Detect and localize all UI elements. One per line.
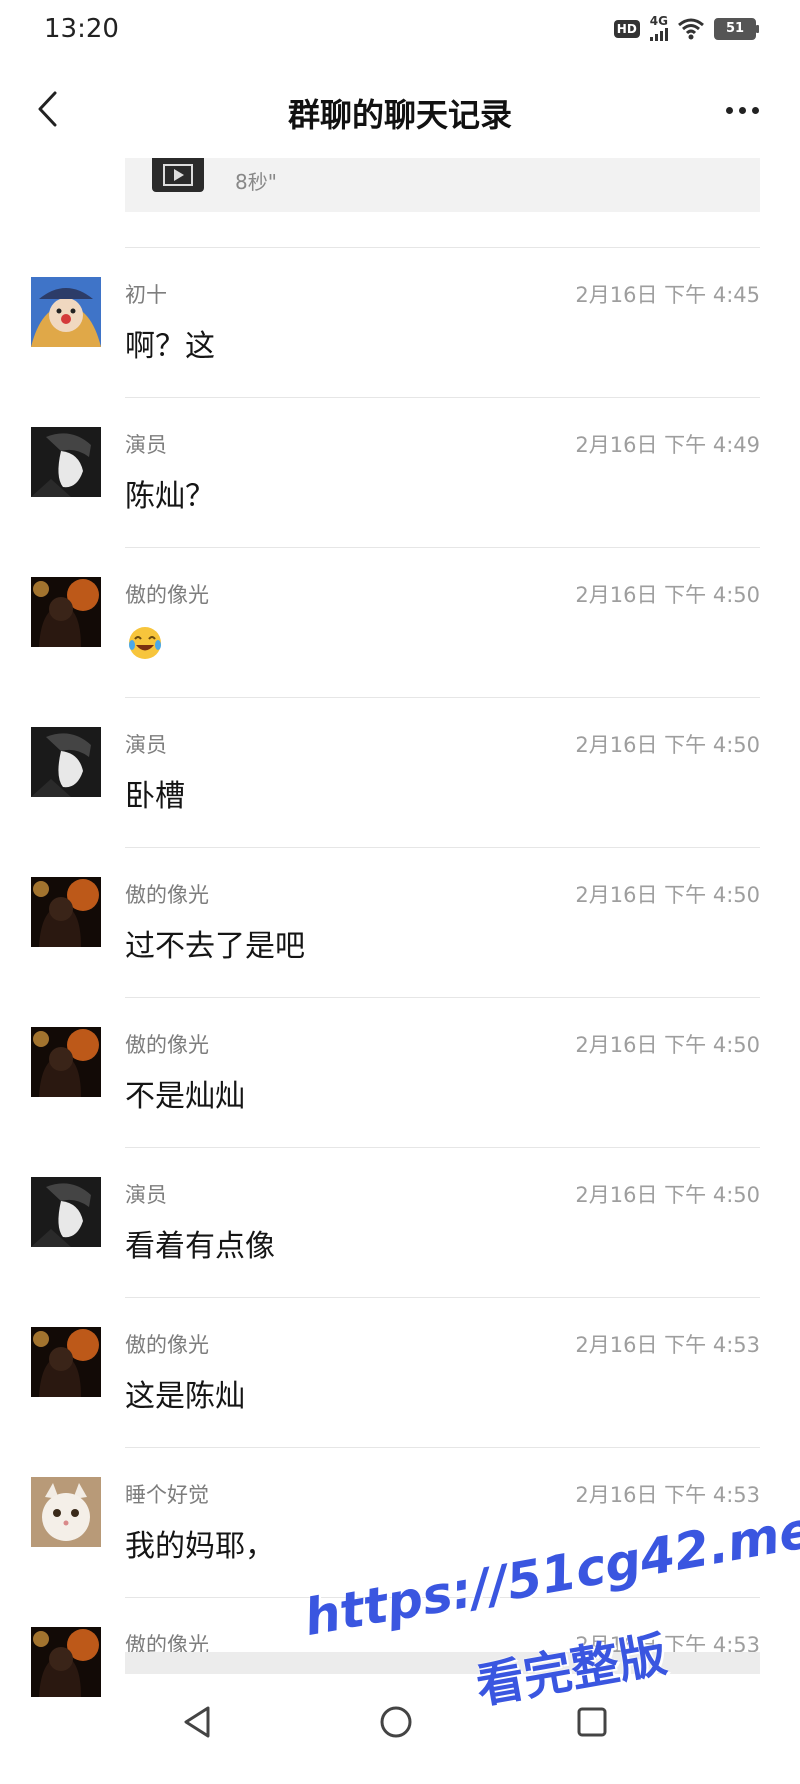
tears-of-joy-emoji-icon <box>129 627 161 659</box>
sender-name: 演员 <box>125 1183 167 1207</box>
more-options-button[interactable] <box>712 90 772 130</box>
message-time: 2月16日 下午 4:53 <box>575 1333 760 1357</box>
message-text: 陈灿？ <box>125 479 215 514</box>
system-recent-apps-icon[interactable] <box>576 1706 608 1738</box>
avatar[interactable] <box>31 427 101 497</box>
message-item[interactable]: 演员 2月16日 下午 4:50 卧槽 <box>0 727 800 875</box>
message-item[interactable]: 初十 2月16日 下午 4:45 啊？这 <box>0 277 800 425</box>
message-time: 2月16日 下午 4:45 <box>575 283 760 307</box>
sender-name: 傲的像光 <box>125 883 209 907</box>
dark-portrait-avatar-icon <box>31 1327 101 1397</box>
cellular-signal-icon: 4G <box>649 14 668 41</box>
sender-name: 演员 <box>125 733 167 757</box>
message-item[interactable]: 演员 2月16日 下午 4:50 看着有点像 <box>0 1177 800 1325</box>
message-text: 卧槽 <box>125 779 185 814</box>
status-bar: 13:20 HD 4G 51 <box>0 0 800 62</box>
avatar[interactable] <box>31 577 101 647</box>
message-item[interactable]: 演员 2月16日 下午 4:49 陈灿？ <box>0 427 800 575</box>
divider <box>125 247 760 248</box>
dot-icon <box>738 106 746 114</box>
dot-icon <box>751 106 759 114</box>
status-time: 13:20 <box>44 14 119 44</box>
divider <box>125 397 760 398</box>
sender-name: 傲的像光 <box>125 583 209 607</box>
divider <box>125 1147 760 1148</box>
avatar[interactable] <box>31 877 101 947</box>
message-text: 看着有点像 <box>125 1229 275 1264</box>
message-item[interactable]: 傲的像光 2月16日 下午 4:50 不是灿灿 <box>0 1027 800 1175</box>
bw-portrait-avatar-icon <box>31 727 101 797</box>
status-icons: HD 4G 51 <box>613 14 759 41</box>
battery-icon: 51 <box>714 17 759 40</box>
divider <box>125 997 760 998</box>
bw-portrait-avatar-icon <box>31 1177 101 1247</box>
wifi-icon <box>678 18 704 39</box>
message-time: 2月16日 下午 4:50 <box>575 883 760 907</box>
message-time: 2月16日 下午 4:53 <box>575 1483 760 1507</box>
avatar[interactable] <box>31 1327 101 1397</box>
video-message-card[interactable]: 8秒" <box>125 158 760 212</box>
message-text: 这是陈灿 <box>125 1379 245 1414</box>
sender-name: 睡个好觉 <box>125 1483 209 1507</box>
signal-bars-icon <box>649 27 668 41</box>
message-time: 2月16日 下午 4:49 <box>575 433 760 457</box>
avatar[interactable] <box>31 1477 101 1547</box>
divider <box>125 847 760 848</box>
message-item[interactable]: 傲的像光 2月16日 下午 4:53 这是陈灿 <box>0 1327 800 1475</box>
dot-icon <box>725 106 733 114</box>
divider <box>125 1597 760 1598</box>
video-thumbnail <box>152 158 204 192</box>
message-text: 过不去了是吧 <box>125 929 305 964</box>
system-home-icon[interactable] <box>378 1704 414 1740</box>
system-navigation-bar <box>0 1684 800 1784</box>
network-type-label: 4G <box>649 14 668 28</box>
message-text: 不是灿灿 <box>125 1079 245 1114</box>
sender-name: 演员 <box>125 433 167 457</box>
dark-portrait-avatar-icon <box>31 1027 101 1097</box>
divider <box>125 1297 760 1298</box>
page-title: 群聊的聊天记录 <box>287 96 512 134</box>
system-back-icon[interactable] <box>180 1704 216 1740</box>
kitten-avatar-icon <box>31 1477 101 1547</box>
message-time: 2月16日 下午 4:50 <box>575 583 760 607</box>
divider <box>125 547 760 548</box>
message-time: 2月16日 下午 4:50 <box>575 733 760 757</box>
message-text: 我的妈耶， <box>125 1529 275 1564</box>
avatar[interactable] <box>31 1027 101 1097</box>
message-item[interactable]: 睡个好觉 2月16日 下午 4:53 我的妈耶， <box>0 1477 800 1625</box>
avatar[interactable] <box>31 277 101 347</box>
dark-portrait-avatar-icon <box>31 877 101 947</box>
video-duration: 8秒" <box>235 170 277 194</box>
bw-portrait-avatar-icon <box>31 427 101 497</box>
nav-bar: 群聊的聊天记录 <box>0 62 800 158</box>
message-content-preview[interactable] <box>125 1652 760 1674</box>
message-item[interactable]: 傲的像光 2月16日 下午 4:50 <box>0 577 800 725</box>
film-icon <box>163 164 193 186</box>
avatar[interactable] <box>31 727 101 797</box>
message-time: 2月16日 下午 4:50 <box>575 1033 760 1057</box>
message-text: 啊？这 <box>125 329 215 364</box>
message-time: 2月16日 下午 4:50 <box>575 1183 760 1207</box>
sender-name: 初十 <box>125 283 167 307</box>
dark-portrait-avatar-icon <box>31 577 101 647</box>
divider <box>125 1447 760 1448</box>
avatar[interactable] <box>31 1177 101 1247</box>
divider <box>125 697 760 698</box>
sender-name: 傲的像光 <box>125 1033 209 1057</box>
clown-avatar-icon <box>31 277 101 347</box>
hd-icon: HD <box>613 19 640 38</box>
message-item[interactable]: 傲的像光 2月16日 下午 4:50 过不去了是吧 <box>0 877 800 1025</box>
sender-name: 傲的像光 <box>125 1333 209 1357</box>
